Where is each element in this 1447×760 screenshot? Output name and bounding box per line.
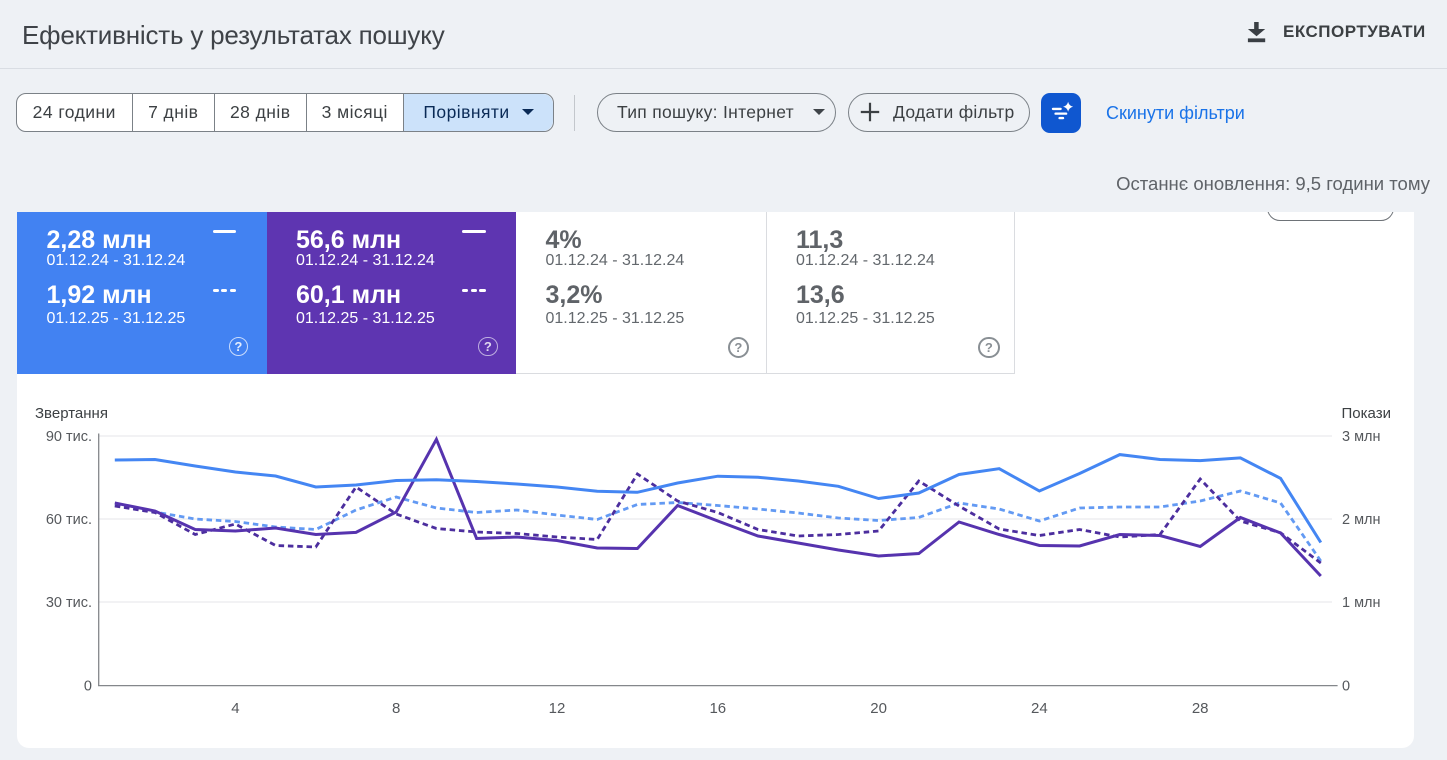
svg-text:3 млн: 3 млн — [1342, 429, 1381, 445]
svg-text:60 тис.: 60 тис. — [46, 512, 92, 528]
svg-text:Звертання: Звертання — [35, 405, 108, 422]
svg-text:16: 16 — [709, 700, 726, 717]
svg-text:4: 4 — [231, 700, 239, 717]
svg-text:0: 0 — [84, 679, 92, 695]
svg-text:0: 0 — [1342, 679, 1350, 695]
svg-text:20: 20 — [870, 700, 887, 717]
svg-text:12: 12 — [549, 700, 566, 717]
svg-text:30 тис.: 30 тис. — [46, 595, 92, 611]
svg-text:28: 28 — [1192, 700, 1209, 717]
svg-text:90 тис.: 90 тис. — [46, 429, 92, 445]
svg-text:1 млн: 1 млн — [1342, 595, 1381, 611]
svg-text:2 млн: 2 млн — [1342, 512, 1381, 528]
svg-text:24: 24 — [1031, 700, 1048, 717]
svg-text:Покази: Покази — [1342, 405, 1391, 422]
svg-text:8: 8 — [392, 700, 400, 717]
